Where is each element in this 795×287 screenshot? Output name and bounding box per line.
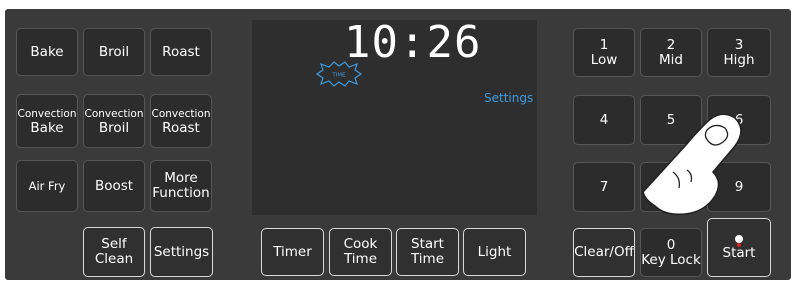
timer-label: Timer: [273, 243, 312, 260]
convection-roast-line2: Roast: [162, 119, 200, 136]
numpad-7-digit: 7: [599, 178, 609, 195]
more-function-line1: More: [164, 170, 198, 186]
convection-broil-line1: Convection: [84, 107, 144, 120]
broil-label: Broil: [98, 43, 130, 60]
numpad-4-digit: 4: [599, 111, 609, 128]
timer-button[interactable]: Timer: [261, 228, 324, 276]
more-function-button[interactable]: More Function: [150, 160, 212, 212]
boost-label: Boost: [94, 177, 134, 194]
numpad-3-high-button[interactable]: 3 High: [707, 28, 771, 77]
convection-broil-button[interactable]: Convection Broil: [83, 94, 145, 148]
convection-roast-line1: Convection: [151, 107, 211, 120]
settings-button-label: Settings: [153, 243, 210, 260]
start-time-button[interactable]: Start Time: [396, 228, 459, 276]
light-button[interactable]: Light: [463, 228, 526, 276]
start-indicator-light: [735, 234, 743, 247]
numpad-0-keylock-button[interactable]: 0 Key Lock: [640, 228, 702, 277]
pointing-hand-icon: [642, 113, 742, 216]
numpad-3-digit: 3: [734, 36, 744, 53]
self-clean-button[interactable]: Self Clean: [83, 227, 145, 277]
air-fry-button[interactable]: Air Fry: [16, 160, 78, 212]
light-label: Light: [477, 243, 512, 260]
numpad-1-digit: 1: [599, 36, 609, 53]
convection-bake-line1: Convection: [17, 107, 77, 120]
numpad-0-digit: 0: [666, 236, 676, 253]
air-fry-label: Air Fry: [28, 179, 66, 193]
clear-off-button[interactable]: Clear/Off: [573, 228, 635, 277]
numpad-1-low-button[interactable]: 1 Low: [573, 28, 635, 77]
cook-time-button[interactable]: Cook Time: [329, 228, 392, 276]
convection-roast-button[interactable]: Convection Roast: [150, 94, 212, 148]
broil-button[interactable]: Broil: [83, 28, 145, 76]
start-time-line1: Start: [411, 236, 444, 252]
numpad-1-sublabel: Low: [590, 51, 618, 68]
roast-label: Roast: [162, 43, 200, 60]
cook-time-line1: Cook: [343, 236, 378, 252]
numpad-2-mid-button[interactable]: 2 Mid: [640, 28, 702, 77]
roast-button[interactable]: Roast: [150, 28, 212, 76]
convection-bake-line2: Bake: [30, 119, 64, 136]
more-function-line2: Function: [152, 185, 210, 201]
start-label: Start: [722, 244, 756, 261]
numpad-2-digit: 2: [666, 36, 676, 53]
convection-bake-button[interactable]: Convection Bake: [16, 94, 78, 148]
convection-broil-line2: Broil: [98, 119, 130, 136]
start-time-line2: Time: [410, 251, 445, 267]
time-badge-text: TIME: [331, 73, 346, 79]
bake-label: Bake: [30, 43, 64, 60]
clock-readout: 10:26: [344, 17, 482, 68]
settings-button[interactable]: Settings: [150, 227, 213, 277]
numpad-0-sublabel: Key Lock: [641, 251, 701, 268]
time-indicator-icon: TIME: [315, 61, 363, 87]
self-clean-line2: Clean: [94, 251, 134, 267]
bake-button[interactable]: Bake: [16, 28, 78, 76]
display-settings-label: Settings: [484, 91, 534, 105]
numpad-3-sublabel: High: [723, 51, 755, 68]
self-clean-line1: Self: [101, 236, 127, 252]
numpad-2-sublabel: Mid: [659, 51, 683, 68]
boost-button[interactable]: Boost: [83, 160, 145, 212]
clear-off-label: Clear/Off: [574, 244, 634, 260]
cook-time-line2: Time: [343, 251, 378, 267]
